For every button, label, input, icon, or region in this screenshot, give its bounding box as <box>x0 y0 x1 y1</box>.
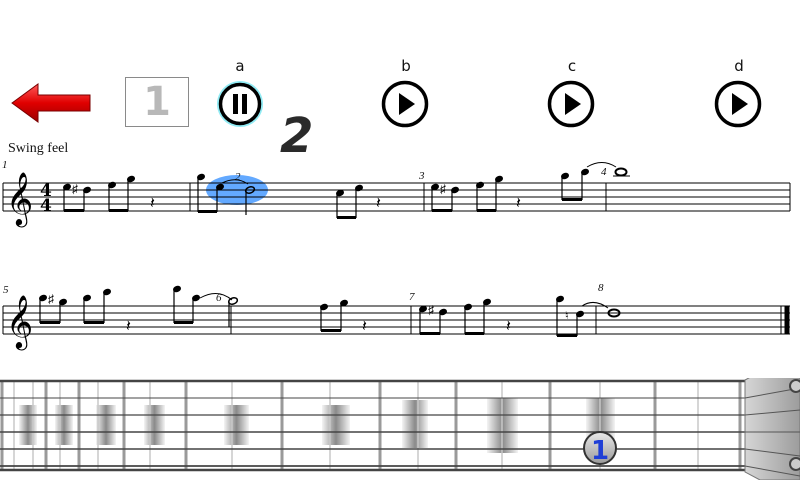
option-a-pause-button[interactable] <box>216 80 264 128</box>
option-c-play-button[interactable] <box>547 80 595 128</box>
sheet-music: 𝄞 𝄞 4 4 1 2 3 4 5 6 7 8 ♯ 𝄽 𝄽 ♯ 𝄽 ♯ 𝄽 𝄽 … <box>2 159 791 350</box>
measure-number: 8 <box>598 282 604 294</box>
guitar-fretboard[interactable]: 1 <box>0 378 800 480</box>
measure-number: 1 <box>2 159 8 171</box>
staff-2 <box>2 305 790 335</box>
svg-text:𝄽: 𝄽 <box>506 318 511 335</box>
option-label-d: d <box>734 57 744 75</box>
svg-text:𝄽: 𝄽 <box>376 195 381 212</box>
svg-text:𝄽: 𝄽 <box>150 195 155 212</box>
option-label-a: a <box>235 57 245 75</box>
staff-2-notes: ♯ 𝄽 𝄽 ♯ 𝄽 ♮ <box>39 285 621 337</box>
play-icon <box>381 80 429 128</box>
svg-text:𝄽: 𝄽 <box>126 318 131 335</box>
measure-number: 7 <box>409 291 415 303</box>
svg-text:♯: ♯ <box>428 303 434 317</box>
svg-text:♮: ♮ <box>565 310 569 322</box>
step-counter: 1 <box>125 77 189 127</box>
back-button[interactable] <box>10 82 94 124</box>
staff-1 <box>2 182 791 212</box>
left-arrow-icon <box>11 83 91 123</box>
measure-number: 5 <box>3 284 9 296</box>
finger-number: 1 <box>591 436 609 466</box>
play-icon <box>547 80 595 128</box>
pause-icon <box>217 81 263 127</box>
option-label-b: b <box>401 57 411 75</box>
svg-text:𝄽: 𝄽 <box>516 195 521 212</box>
svg-text:♯: ♯ <box>72 182 78 196</box>
play-icon <box>714 80 762 128</box>
option-b-play-button[interactable] <box>381 80 429 128</box>
svg-text:♯: ♯ <box>440 182 446 196</box>
treble-clef-2: 𝄞 <box>6 294 33 350</box>
svg-text:♯: ♯ <box>48 292 54 306</box>
treble-clef-1: 𝄞 <box>6 171 33 227</box>
measure-number: 4 <box>601 166 607 178</box>
option-label-c: c <box>567 57 577 75</box>
measure-number: 3 <box>418 170 425 182</box>
option-d-play-button[interactable] <box>714 80 762 128</box>
svg-text:𝄽: 𝄽 <box>362 318 367 335</box>
headstock <box>744 378 800 480</box>
measure-number: 2 <box>235 171 241 183</box>
time-sig-bottom: 4 <box>40 196 52 216</box>
